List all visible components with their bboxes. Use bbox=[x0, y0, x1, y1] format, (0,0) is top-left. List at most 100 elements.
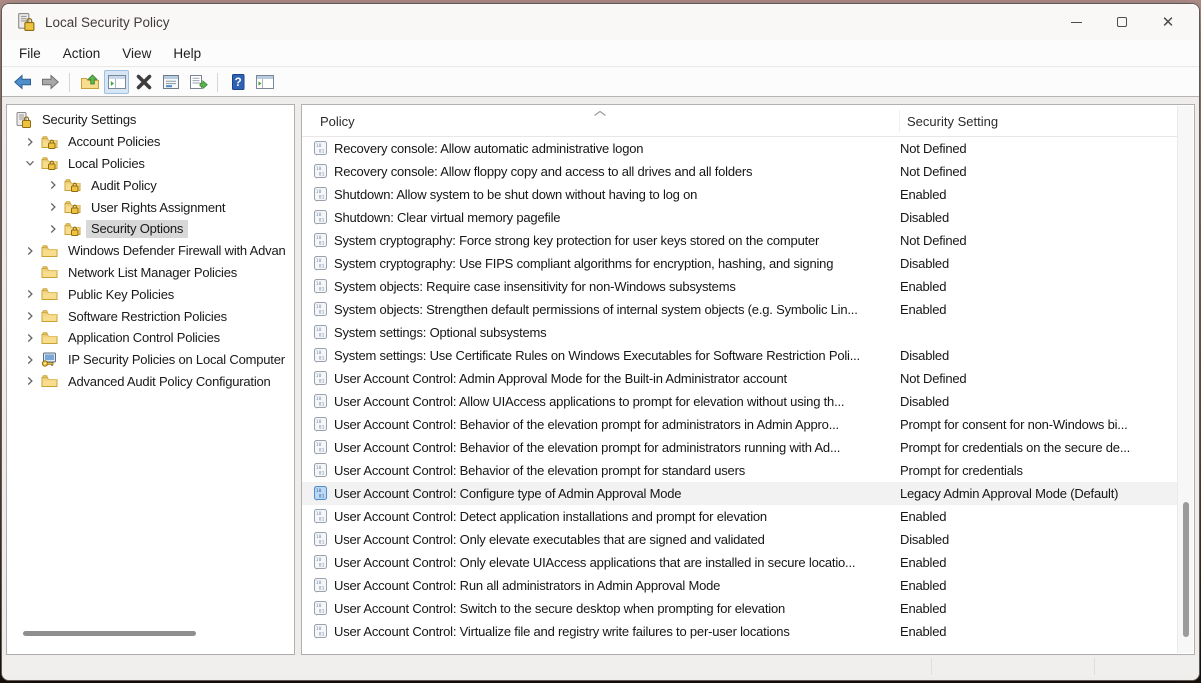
policy-row[interactable]: 1001User Account Control: Detect applica… bbox=[302, 505, 1177, 528]
tree-item-local-policies[interactable]: Local Policies bbox=[7, 153, 294, 175]
security-setting-value: Disabled bbox=[900, 532, 1162, 547]
policy-doc-icon: 1001 bbox=[314, 348, 327, 363]
chevron-right-icon[interactable] bbox=[42, 199, 64, 215]
tree-item-public-key-policies[interactable]: Public Key Policies bbox=[7, 283, 294, 305]
tree-item-windows-defender-firewall-with-advan[interactable]: Windows Defender Firewall with Advan bbox=[7, 240, 294, 262]
close-button[interactable]: ✕ bbox=[1145, 4, 1191, 40]
security-setting-value: Not Defined bbox=[900, 141, 1162, 156]
policy-row[interactable]: 1001User Account Control: Only elevate e… bbox=[302, 528, 1177, 551]
policy-row[interactable]: 1001User Account Control: Behavior of th… bbox=[302, 436, 1177, 459]
policy-name: System cryptography: Use FIPS compliant … bbox=[334, 256, 900, 271]
policy-row[interactable]: 1001 System cryptography: Force strong ke… bbox=[302, 229, 1177, 252]
policy-name: System cryptography: Force strong key pr… bbox=[334, 233, 900, 248]
menu-help[interactable]: Help bbox=[162, 42, 212, 65]
column-divider[interactable] bbox=[899, 110, 900, 132]
policy-row[interactable]: 1001System cryptography: Use FIPS compli… bbox=[302, 252, 1177, 275]
policy-row[interactable]: 1001User Account Control: Configure type… bbox=[302, 482, 1177, 505]
menu-file[interactable]: File bbox=[8, 42, 52, 65]
menu-action[interactable]: Action bbox=[52, 42, 112, 65]
svg-text:10: 10 bbox=[316, 281, 322, 287]
policy-name: Shutdown: Allow system to be shut down w… bbox=[334, 187, 900, 202]
security-setting-value: Prompt for consent for non-Windows bi... bbox=[900, 417, 1162, 432]
chevron-right-icon[interactable] bbox=[42, 177, 64, 193]
security-setting-value: Enabled bbox=[900, 509, 1162, 524]
tree-item-security-options[interactable]: Security Options bbox=[7, 218, 294, 240]
tree-item-ip-security-policies-on-local-computer[interactable]: IP Security Policies on Local Computer bbox=[7, 349, 294, 371]
policy-row[interactable]: 1001System settings: Use Certificate Rul… bbox=[302, 344, 1177, 367]
policy-row[interactable]: 1001User Account Control: Only elevate U… bbox=[302, 551, 1177, 574]
chevron-right-icon[interactable] bbox=[19, 134, 41, 150]
delete-button[interactable] bbox=[131, 70, 156, 94]
chevron-right-icon[interactable] bbox=[19, 373, 41, 389]
tree-item-advanced-audit-policy-configuration[interactable]: Advanced Audit Policy Configuration bbox=[7, 371, 294, 393]
policy-row[interactable]: 1001User Account Control: Run all admini… bbox=[302, 574, 1177, 597]
policy-row[interactable]: 1001Shutdown: Allow system to be shut do… bbox=[302, 183, 1177, 206]
folder-lock-icon bbox=[64, 199, 81, 215]
policy-row[interactable]: 1001System objects: Strengthen default p… bbox=[302, 298, 1177, 321]
list-vertical-scrollbar[interactable] bbox=[1177, 106, 1193, 653]
policy-row[interactable]: 1001User Account Control: Allow UIAccess… bbox=[302, 390, 1177, 413]
tree-item-label: Public Key Policies bbox=[63, 285, 179, 303]
policy-doc-icon: 1001 bbox=[314, 233, 327, 248]
console-tree-icon bbox=[107, 74, 127, 90]
policy-doc-icon: 1001 bbox=[314, 210, 327, 225]
tree-item-software-restriction-policies[interactable]: Software Restriction Policies bbox=[7, 305, 294, 327]
minimize-button[interactable] bbox=[1053, 4, 1099, 40]
policy-row[interactable]: 1001User Account Control: Behavior of th… bbox=[302, 413, 1177, 436]
ipsec-icon bbox=[41, 352, 58, 368]
show-console-tree-button[interactable] bbox=[104, 70, 129, 94]
tree-horizontal-scrollbar[interactable] bbox=[23, 631, 196, 636]
svg-text:10: 10 bbox=[316, 143, 322, 149]
tree-item-audit-policy[interactable]: Audit Policy bbox=[7, 174, 294, 196]
chevron-right-icon[interactable] bbox=[19, 243, 41, 259]
new-window-button[interactable] bbox=[252, 70, 277, 94]
app-window: Local Security Policy ✕ FileActionViewHe… bbox=[1, 3, 1200, 681]
forward-button[interactable] bbox=[37, 70, 62, 94]
chevron-right-icon[interactable] bbox=[42, 221, 64, 237]
policy-row[interactable]: 1001User Account Control: Switch to the … bbox=[302, 597, 1177, 620]
export-list-button[interactable] bbox=[185, 70, 210, 94]
policy-name: User Account Control: Behavior of the el… bbox=[334, 417, 900, 432]
policy-row[interactable]: 1001System objects: Require case insensi… bbox=[302, 275, 1177, 298]
policy-row[interactable]: 1001User Account Control: Behavior of th… bbox=[302, 459, 1177, 482]
tree-item-user-rights-assignment[interactable]: User Rights Assignment bbox=[7, 196, 294, 218]
policy-row[interactable]: 1001Recovery console: Allow automatic ad… bbox=[302, 137, 1177, 160]
policy-doc-icon: 1001 bbox=[314, 555, 327, 570]
svg-text:10: 10 bbox=[316, 373, 322, 379]
list-vertical-scrollbar-thumb[interactable] bbox=[1183, 502, 1189, 637]
chevron-right-icon[interactable] bbox=[19, 308, 41, 324]
menu-view[interactable]: View bbox=[111, 42, 162, 65]
policy-row[interactable]: 1001Recovery console: Allow floppy copy … bbox=[302, 160, 1177, 183]
help-button[interactable]: ? bbox=[225, 70, 250, 94]
back-button[interactable] bbox=[10, 70, 35, 94]
svg-text:10: 10 bbox=[316, 350, 322, 356]
tree-item-application-control-policies[interactable]: Application Control Policies bbox=[7, 327, 294, 349]
tree-item-security-settings[interactable]: Security Settings bbox=[7, 109, 294, 131]
policy-row[interactable]: 1001User Account Control: Virtualize fil… bbox=[302, 620, 1177, 643]
chevron-right-icon[interactable] bbox=[19, 352, 41, 368]
policy-name: User Account Control: Switch to the secu… bbox=[334, 601, 900, 616]
column-header-policy[interactable]: Policy bbox=[320, 114, 355, 129]
window-title: Local Security Policy bbox=[45, 15, 170, 30]
policy-doc-icon: 1001 bbox=[314, 532, 327, 547]
up-one-level-button[interactable] bbox=[77, 70, 102, 94]
chevron-down-icon[interactable] bbox=[19, 155, 41, 171]
svg-text:01: 01 bbox=[319, 608, 325, 614]
policy-doc-icon: 1001 bbox=[314, 371, 327, 386]
policy-row[interactable]: 1001System settings: Optional subsystems bbox=[302, 321, 1177, 344]
chevron-right-icon[interactable] bbox=[19, 330, 41, 346]
tree-item-account-policies[interactable]: Account Policies bbox=[7, 131, 294, 153]
properties-button[interactable] bbox=[158, 70, 183, 94]
list-header: Policy Security Setting bbox=[302, 105, 1177, 137]
sort-ascending-icon bbox=[592, 105, 608, 123]
maximize-button[interactable] bbox=[1099, 4, 1145, 40]
policy-row[interactable]: 1001Shutdown: Clear virtual memory pagef… bbox=[302, 206, 1177, 229]
policy-row[interactable]: 1001User Account Control: Admin Approval… bbox=[302, 367, 1177, 390]
svg-text:10: 10 bbox=[316, 442, 322, 448]
policy-name: Recovery console: Allow automatic admini… bbox=[334, 141, 900, 156]
tree-item-network-list-manager-policies[interactable]: Network List Manager Policies bbox=[7, 262, 294, 284]
tree-item-label: Security Options bbox=[86, 220, 188, 238]
folder-lock-icon bbox=[41, 134, 58, 150]
chevron-right-icon[interactable] bbox=[19, 286, 41, 302]
column-header-security-setting[interactable]: Security Setting bbox=[907, 114, 998, 129]
